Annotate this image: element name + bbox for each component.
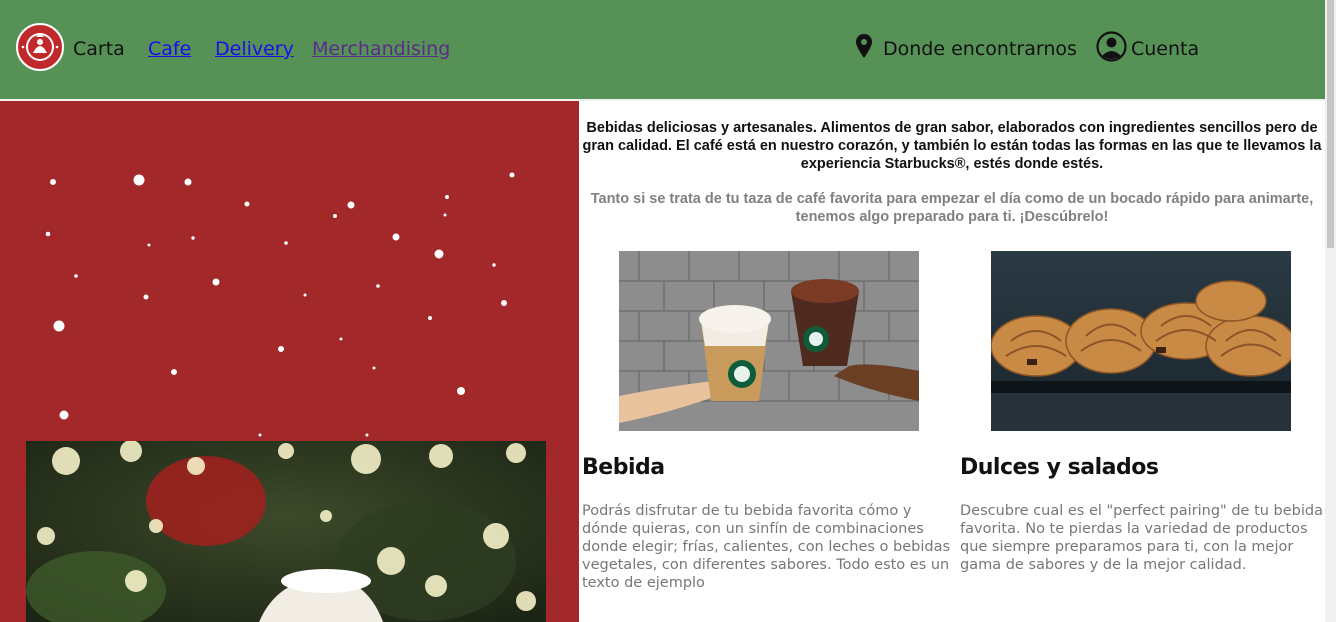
card-text-dulces-salados: Descubre cual es el "perfect pairing" de…: [960, 503, 1324, 573]
account-link[interactable]: Cuenta: [1131, 38, 1199, 60]
card-title-dulces-salados: Dulces y salados: [960, 455, 1159, 480]
location-pin-icon[interactable]: [855, 34, 873, 58]
nav-cafe-link[interactable]: Cafe: [148, 38, 191, 60]
account-user-icon[interactable]: [1096, 31, 1127, 62]
christmas-snow-panel: [0, 101, 579, 622]
card-text-bebida: Podrás disfrutar de tu bebida favorita c…: [582, 503, 951, 591]
croissants-photo: [991, 251, 1291, 431]
nav-merchandising-link[interactable]: Merchandising: [312, 38, 450, 60]
intro-secondary-text: Tanto si se trata de tu taza de café fav…: [590, 191, 1314, 225]
intro-text: Bebidas deliciosas y artesanales. Alimen…: [582, 120, 1322, 172]
nav-delivery-link[interactable]: Delivery: [215, 38, 294, 60]
card-title-bebida: Bebida: [582, 455, 665, 480]
coffee-cups-photo: [619, 251, 919, 431]
location-link[interactable]: Donde encontrarnos: [883, 38, 1077, 60]
nav-carta[interactable]: Carta: [73, 38, 125, 60]
site-header: Carta Cafe Delivery Merchandising Donde …: [0, 0, 1325, 101]
christmas-drink-photo: [26, 441, 546, 622]
starbucks-christmas-logo[interactable]: [16, 23, 64, 71]
scrollbar-thumb[interactable]: [1327, 0, 1334, 248]
